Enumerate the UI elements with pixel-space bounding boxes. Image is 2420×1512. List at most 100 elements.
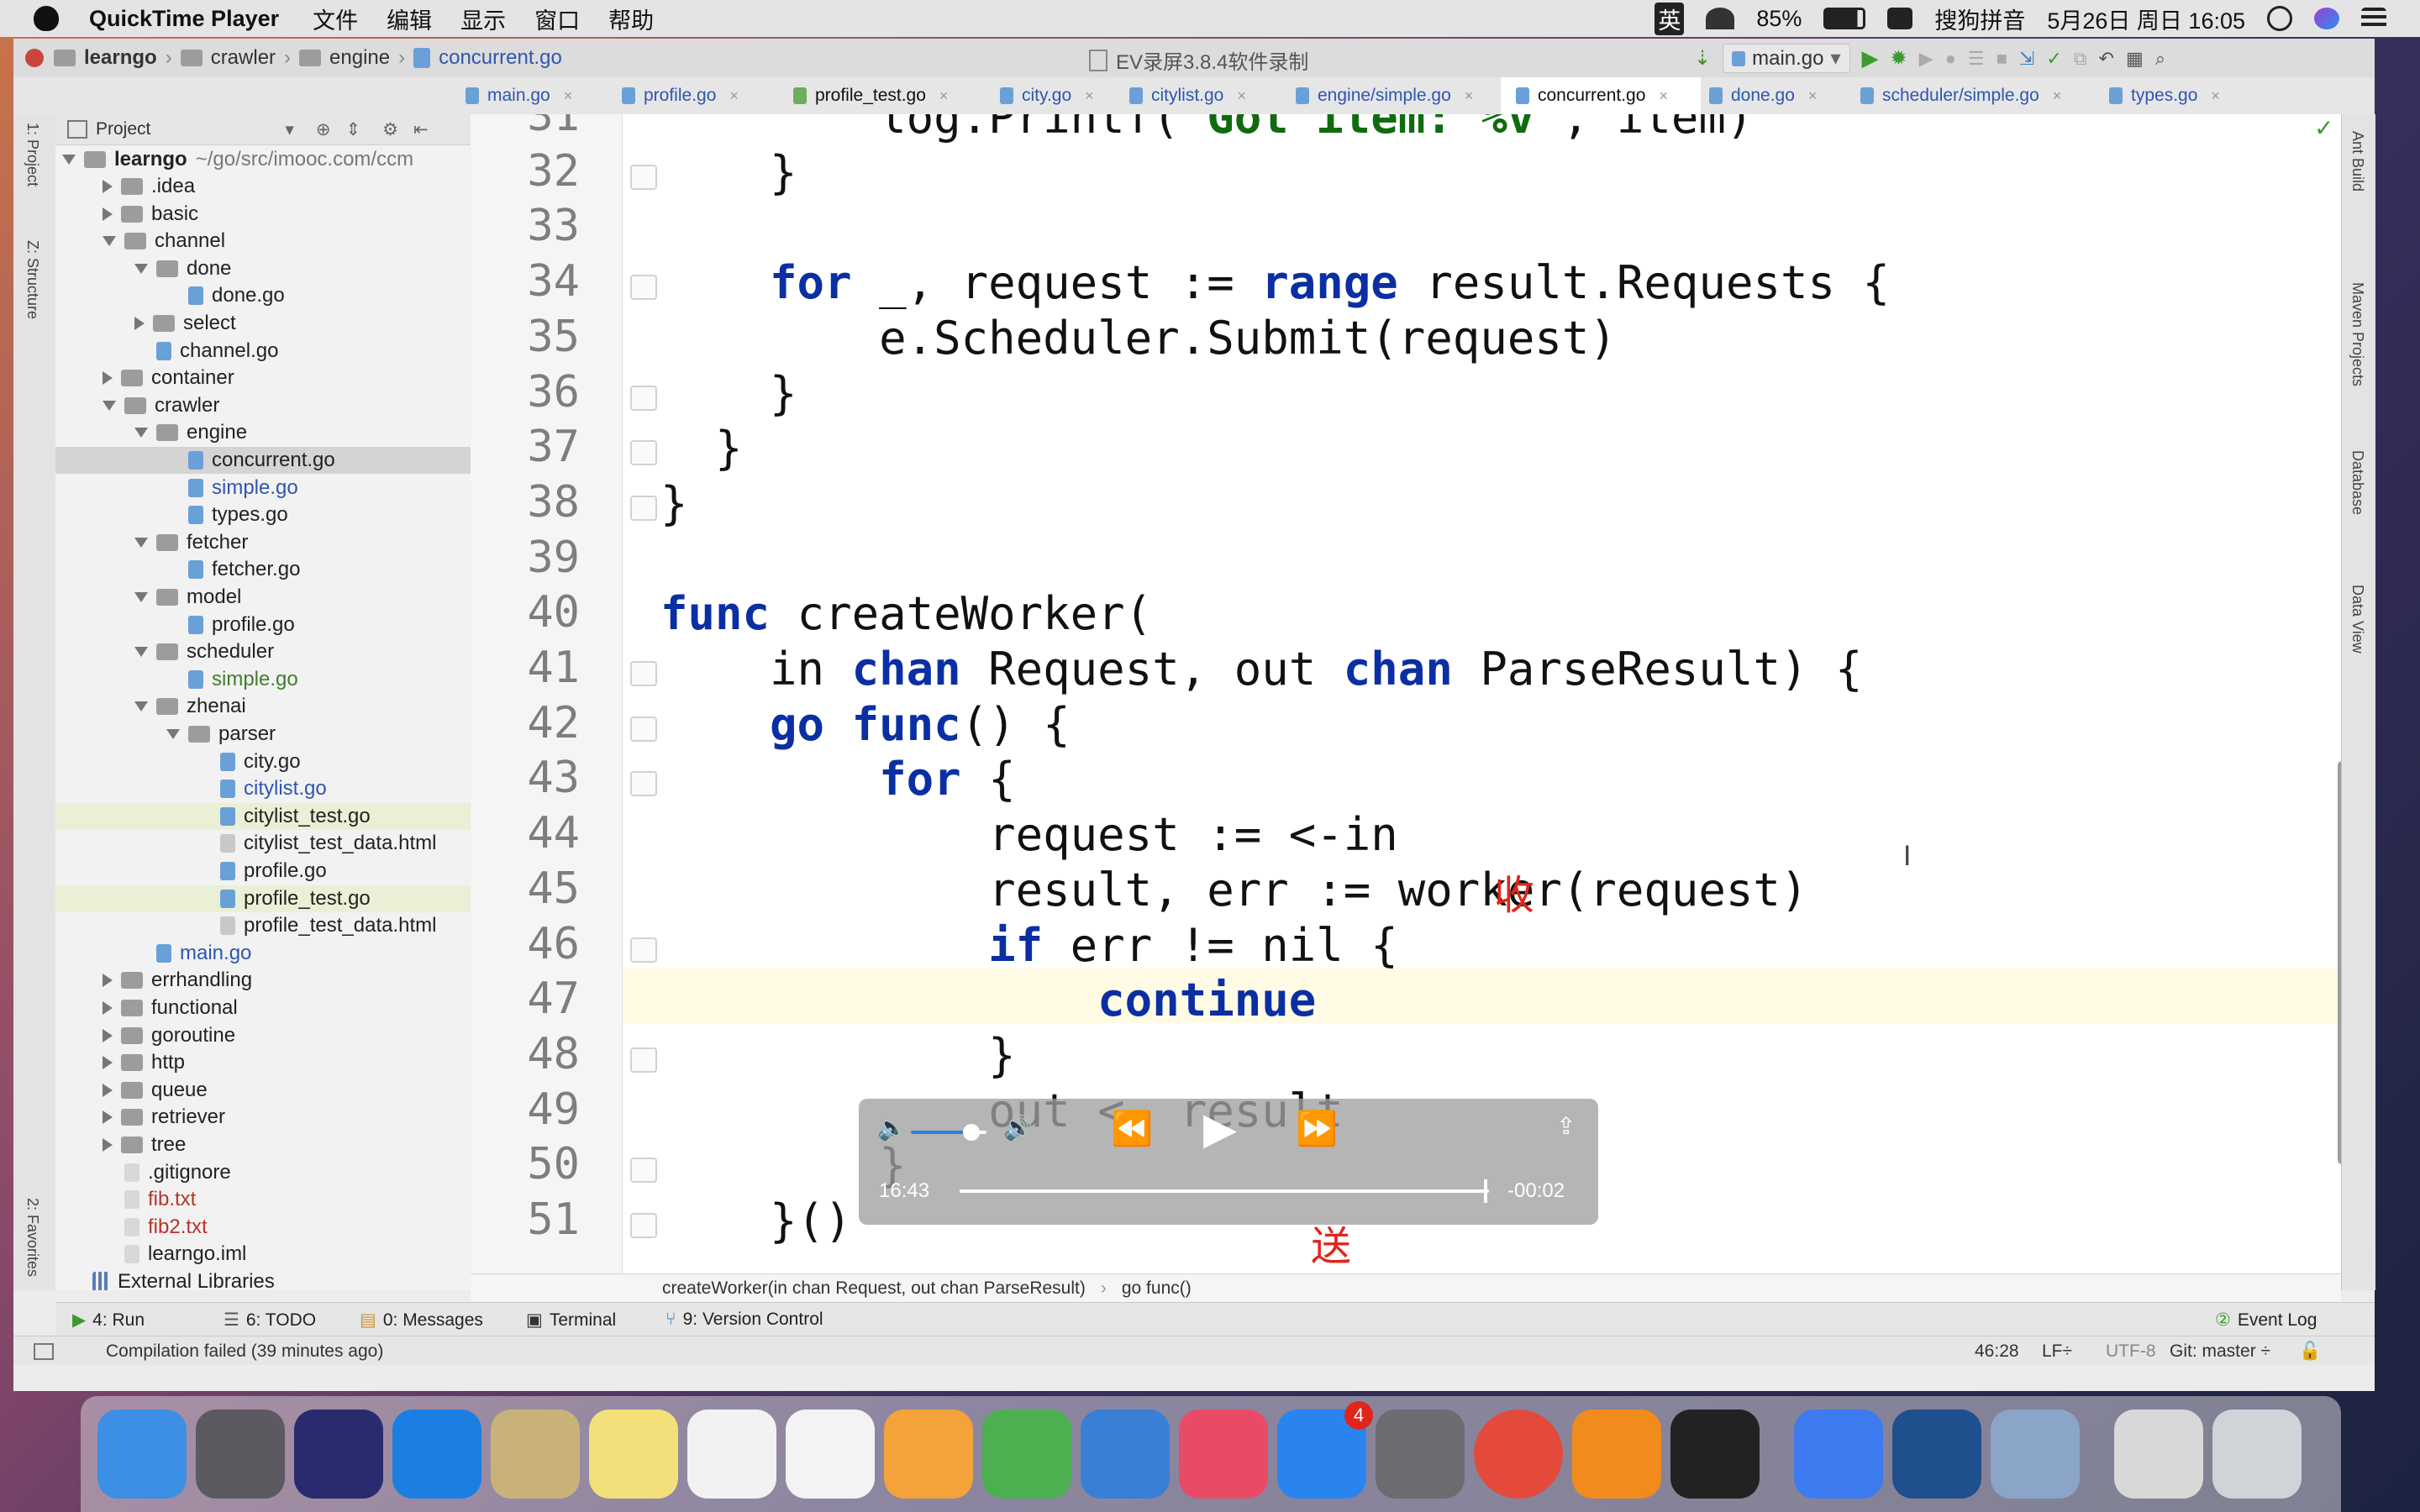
tree-item[interactable]: simple.go	[55, 475, 471, 501]
terminal-tool-button[interactable]: ▣ Terminal	[526, 1310, 616, 1331]
tree-item[interactable]: profile.go	[55, 612, 471, 638]
crumb-closure[interactable]: go func()	[1122, 1278, 1192, 1299]
fold-marker-icon[interactable]	[630, 937, 657, 963]
tree-item[interactable]: engine	[55, 419, 471, 446]
fold-marker-icon[interactable]	[630, 661, 657, 686]
tree-item[interactable]: learngo.iml	[55, 1241, 471, 1268]
tree-item[interactable]: goroutine	[55, 1022, 471, 1049]
notes-icon[interactable]	[589, 1410, 678, 1499]
crumb-engine[interactable]: engine	[329, 46, 390, 70]
run-tool-button[interactable]: ▶ 4: Run	[72, 1310, 145, 1331]
input-method-label[interactable]: 搜狗拼音	[1934, 3, 2025, 35]
tree-item[interactable]: queue	[55, 1077, 471, 1104]
expand-arrow-icon[interactable]	[134, 428, 148, 438]
expand-arrow-icon[interactable]	[134, 592, 148, 602]
pages-icon[interactable]	[884, 1410, 973, 1499]
tree-item[interactable]: parser	[55, 721, 471, 748]
status-message[interactable]: Compilation failed (39 minutes ago)	[106, 1341, 383, 1362]
expand-arrow-icon[interactable]	[103, 1083, 113, 1097]
terminal-icon[interactable]	[1670, 1410, 1760, 1499]
code-editor[interactable]: 31 32 33 34 35 36 37 38 39 40 41 42 43 44 45 46 47 48 49 50…	[471, 114, 2341, 1273]
volume-low-icon[interactable]: 🔈	[877, 1114, 907, 1142]
target-icon[interactable]: ⊕	[316, 119, 331, 140]
tree-item[interactable]: types.go	[55, 501, 471, 528]
fold-marker-icon[interactable]	[630, 275, 657, 301]
playhead[interactable]	[1483, 1179, 1487, 1203]
profile-icon[interactable]: ●	[1945, 48, 1956, 70]
event-log-button[interactable]: ② Event Log	[2215, 1310, 2317, 1331]
project-structure-icon[interactable]: ▦	[2126, 48, 2144, 70]
messages-tool-button[interactable]: ▤ 0: Messages	[360, 1310, 483, 1331]
chevron-down-icon[interactable]: ▾	[285, 119, 294, 140]
tree-item[interactable]: main.go	[55, 940, 471, 967]
vcs-update-icon[interactable]: ⇲	[2019, 48, 2034, 70]
tree-item[interactable]: http	[55, 1049, 471, 1076]
tree-item[interactable]: External Libraries	[55, 1268, 471, 1290]
input-source-indicator[interactable]: 英	[1655, 2, 1685, 35]
vcs-branch[interactable]: Git: master ÷	[2170, 1341, 2270, 1362]
fold-marker-icon[interactable]	[630, 164, 657, 190]
fold-marker-icon[interactable]	[630, 771, 657, 797]
fold-marker-icon[interactable]	[630, 495, 657, 521]
tree-item[interactable]: fib.txt	[55, 1186, 471, 1213]
revert-icon[interactable]: ↶	[2099, 48, 2114, 70]
line-number-gutter[interactable]: 31 32 33 34 35 36 37 38 39 40 41 42 43 44 45 46 47 48 49 50…	[471, 114, 657, 1273]
tab-profile-go[interactable]: profile.go ×	[607, 77, 781, 114]
expand-arrow-icon[interactable]	[134, 263, 148, 274]
volume-knob[interactable]	[963, 1124, 980, 1141]
tab-engine-simple-go[interactable]: engine/simple.go ×	[1281, 77, 1506, 114]
chrome-icon[interactable]	[1474, 1410, 1563, 1499]
editor-scrollbar[interactable]	[2338, 761, 2341, 1164]
tab-profile-test-go[interactable]: profile_test.go ×	[778, 77, 986, 114]
tree-item[interactable]: citylist_test_data.html	[55, 830, 471, 857]
fast-forward-icon[interactable]: ⏩	[1296, 1109, 1338, 1148]
close-tab-icon[interactable]: ×	[2211, 87, 2220, 105]
reminders-icon[interactable]	[687, 1410, 776, 1499]
siri-icon[interactable]	[2314, 8, 2339, 29]
search-icon[interactable]: ⌕	[2155, 48, 2165, 70]
tree-item[interactable]: channel	[55, 228, 471, 255]
tab-concurrent-go[interactable]: concurrent.go ×	[1501, 77, 1701, 114]
apple-logo-icon[interactable]	[34, 6, 59, 31]
music-icon[interactable]	[1179, 1410, 1268, 1499]
fold-marker-icon[interactable]	[630, 385, 657, 411]
tree-item[interactable]: channel.go	[55, 338, 471, 365]
baidu-netdisk-icon[interactable]	[1794, 1410, 1883, 1499]
expand-arrow-icon[interactable]	[103, 400, 116, 411]
close-tab-icon[interactable]: ×	[1085, 87, 1094, 105]
debug-icon[interactable]: ✹	[1891, 46, 1907, 71]
spotlight-search-icon[interactable]	[2267, 6, 2292, 31]
archive-icon[interactable]	[2114, 1410, 2203, 1499]
close-tab-icon[interactable]: ×	[1659, 87, 1668, 105]
finder-icon[interactable]	[97, 1410, 187, 1499]
tree-item[interactable]: fetcher.go	[55, 556, 471, 583]
crumb-crawler[interactable]: crawler	[211, 46, 276, 70]
expand-arrow-icon[interactable]	[134, 701, 148, 712]
system-preferences-icon[interactable]	[1376, 1410, 1465, 1499]
collapse-icon[interactable]: ⇕	[346, 119, 361, 140]
launchpad-icon[interactable]	[196, 1410, 285, 1499]
expand-arrow-icon[interactable]	[103, 207, 113, 221]
stop-icon[interactable]: ■	[1996, 48, 2007, 70]
battery-icon[interactable]	[1823, 8, 1866, 29]
expand-arrow-icon[interactable]	[134, 537, 148, 548]
tree-item[interactable]: profile_test.go	[55, 885, 471, 912]
tree-item[interactable]: zhenai	[55, 693, 471, 720]
expand-arrow-icon[interactable]	[103, 974, 113, 988]
lock-icon[interactable]: 🔓	[2299, 1341, 2321, 1362]
close-tab-icon[interactable]: ×	[1465, 87, 1474, 105]
tree-item[interactable]: container	[55, 365, 471, 391]
close-tab-icon[interactable]: ×	[729, 87, 739, 105]
sublime-icon[interactable]	[1572, 1410, 1661, 1499]
fold-marker-icon[interactable]	[630, 1047, 657, 1073]
cursor-position[interactable]: 46:28	[1975, 1341, 2019, 1362]
panel-toggle-icon[interactable]	[34, 1343, 54, 1360]
tab-types-go[interactable]: types.go ×	[2094, 77, 2260, 114]
data-view-tool-button[interactable]: Data View	[2349, 585, 2366, 654]
expand-arrow-icon[interactable]	[103, 1110, 113, 1125]
numbers-icon[interactable]	[982, 1410, 1071, 1499]
quicktime-icon[interactable]	[1892, 1410, 1981, 1499]
volume-high-icon[interactable]: 🔊	[1003, 1114, 1033, 1142]
project-view-select[interactable]: Project	[96, 119, 150, 139]
expand-arrow-icon[interactable]	[103, 236, 116, 247]
